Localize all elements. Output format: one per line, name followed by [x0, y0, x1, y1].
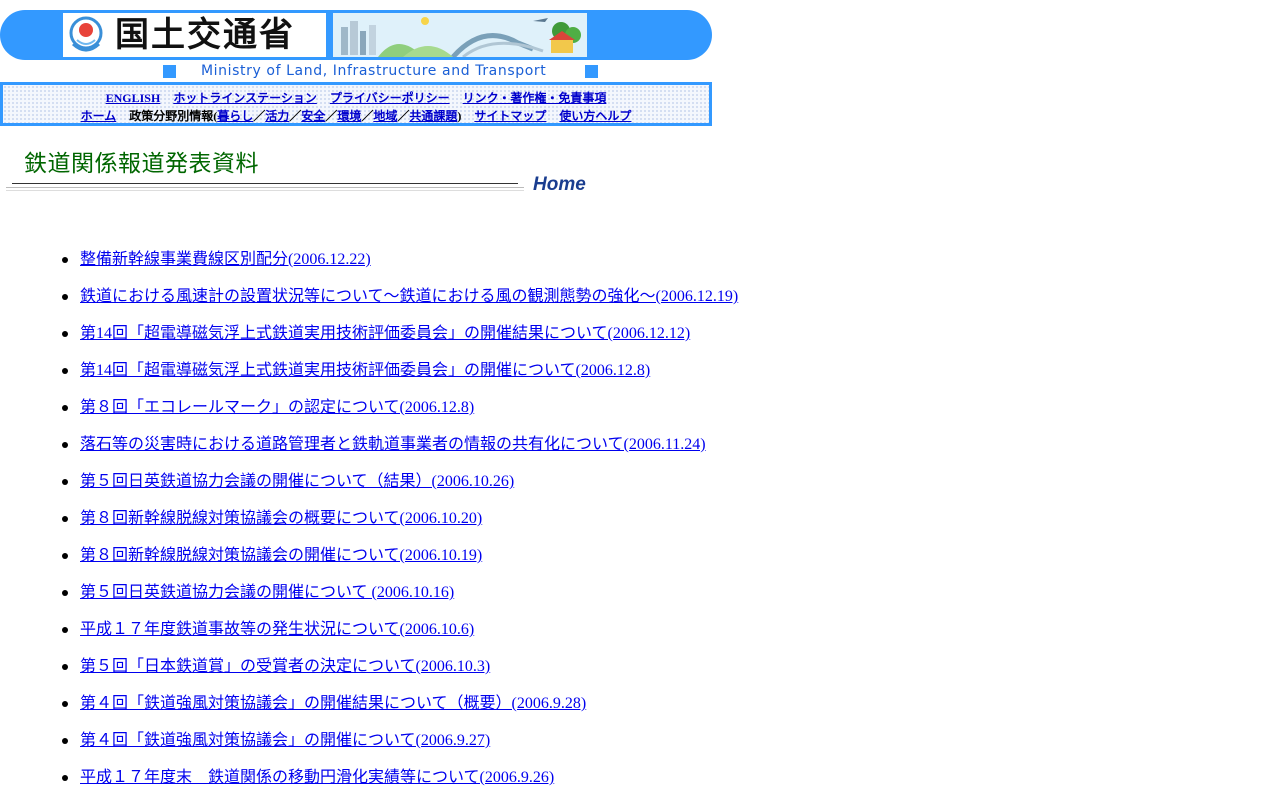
list-item: 平成１７年度末 鉄道関係の移動円滑化実績等について(2006.9.26)	[61, 767, 738, 800]
nav-separator: ／	[253, 109, 266, 123]
press-release-link[interactable]: 第５回「日本鉄道賞」の受賞者の決定について(2006.10.3)	[80, 658, 490, 675]
list-item: 第８回「エコレールマーク」の認定について(2006.12.8)	[61, 397, 738, 434]
mlit-emblem-icon	[69, 16, 103, 52]
list-item: 第８回新幹線脱線対策協議会の開催について(2006.10.19)	[61, 545, 738, 582]
nav-link-help[interactable]: 使い方ヘルプ	[559, 109, 631, 123]
list-item: 第14回「超電導磁気浮上式鉄道実用技術評価委員会」の開催について(2006.12…	[61, 360, 738, 397]
press-release-link[interactable]: 整備新幹線事業費線区別配分(2006.12.22)	[80, 251, 371, 268]
press-release-link[interactable]: 第14回「超電導磁気浮上式鉄道実用技術評価委員会」の開催について(2006.12…	[80, 362, 650, 379]
nav-separator: ／	[361, 109, 374, 123]
nav-link-home[interactable]: ホーム	[81, 109, 117, 123]
nav-link-region[interactable]: 地域	[373, 109, 397, 123]
list-item: 整備新幹線事業費線区別配分(2006.12.22)	[61, 249, 738, 286]
page-title: 鉄道関係報道発表資料	[24, 151, 259, 177]
nav-link-privacy[interactable]: プライバシーポリシー	[330, 91, 450, 105]
ministry-logo[interactable]: 国土交通省	[63, 13, 326, 57]
header-illustration	[333, 13, 587, 57]
list-item: 第４回「鉄道強風対策協議会」の開催について(2006.9.27)	[61, 730, 738, 767]
press-release-link[interactable]: 平成１７年度末 鉄道関係の移動円滑化実績等について(2006.9.26)	[80, 769, 554, 786]
nav-link-safety[interactable]: 安全	[301, 109, 325, 123]
nav-link-sitemap[interactable]: サイトマップ	[474, 109, 546, 123]
nav-row-main: ホーム 政策分野別情報(暮らし／活力／安全／環境／地域／共通課題) サイトマップ…	[3, 107, 709, 124]
list-item: 落石等の災害時における道路管理者と鉄軌道事業者の情報の共有化について(2006.…	[61, 434, 738, 471]
press-release-list: 整備新幹線事業費線区別配分(2006.12.22) 鉄道における風速計の設置状況等…	[61, 249, 738, 800]
nav-policy-suffix: )	[457, 109, 462, 123]
list-item: 第５回日英鉄道協力会議の開催について (2006.10.16)	[61, 582, 738, 619]
ministry-english-name: Ministry of Land, Infrastructure and Tra…	[201, 63, 547, 79]
list-item: 第５回「日本鉄道賞」の受賞者の決定について(2006.10.3)	[61, 656, 738, 693]
press-release-link[interactable]: 平成１７年度鉄道事故等の発生状況について(2006.10.6)	[80, 621, 474, 638]
ministry-english-bar: Ministry of Land, Infrastructure and Tra…	[163, 63, 599, 79]
list-item: 第14回「超電導磁気浮上式鉄道実用技術評価委員会」の開催結果について(2006.…	[61, 323, 738, 360]
press-release-link[interactable]: 第４回「鉄道強風対策協議会」の開催について(2006.9.27)	[80, 732, 490, 749]
press-release-link[interactable]: 第４回「鉄道強風対策協議会」の開催結果について（概要）(2006.9.28)	[80, 695, 586, 712]
press-release-link[interactable]: 鉄道における風速計の設置状況等について～鉄道における風の観測態勢の強化～(200…	[80, 288, 738, 305]
press-release-link[interactable]: 落石等の災害時における道路管理者と鉄軌道事業者の情報の共有化について(2006.…	[80, 436, 706, 453]
press-release-link[interactable]: 第14回「超電導磁気浮上式鉄道実用技術評価委員会」の開催結果について(2006.…	[80, 325, 690, 342]
title-divider	[6, 187, 524, 188]
home-link[interactable]: Home	[533, 174, 586, 196]
press-release-link[interactable]: 第５回日英鉄道協力会議の開催について (2006.10.16)	[80, 584, 454, 601]
list-item: 第８回新幹線脱線対策協議会の概要について(2006.10.20)	[61, 508, 738, 545]
global-nav: ENGLISH ホットラインステーション プライバシーポリシー リンク・著作権・…	[0, 82, 712, 126]
title-divider	[12, 183, 518, 184]
nav-row-utility: ENGLISH ホットラインステーション プライバシーポリシー リンク・著作権・…	[3, 89, 709, 106]
nav-policy-prefix: 政策分野別情報(	[129, 109, 218, 123]
nav-link-english[interactable]: ENGLISH	[106, 91, 161, 105]
list-item: 第５回日英鉄道協力会議の開催について（結果）(2006.10.26)	[61, 471, 738, 508]
nav-link-legal[interactable]: リンク・著作権・免責事項	[463, 91, 607, 105]
press-release-link[interactable]: 第８回新幹線脱線対策協議会の開催について(2006.10.19)	[80, 547, 482, 564]
nav-link-vitality[interactable]: 活力	[265, 109, 289, 123]
nav-link-hotline[interactable]: ホットラインステーション	[173, 91, 317, 105]
nav-link-living[interactable]: 暮らし	[217, 109, 253, 123]
square-bullet-icon	[163, 65, 176, 78]
nav-link-environment[interactable]: 環境	[337, 109, 361, 123]
list-item: 平成１７年度鉄道事故等の発生状況について(2006.10.6)	[61, 619, 738, 656]
nav-separator: ／	[289, 109, 302, 123]
nav-link-common-issues[interactable]: 共通課題	[409, 109, 457, 123]
press-release-link[interactable]: 第８回「エコレールマーク」の認定について(2006.12.8)	[80, 399, 474, 416]
list-item: 鉄道における風速計の設置状況等について～鉄道における風の観測態勢の強化～(200…	[61, 286, 738, 323]
press-release-link[interactable]: 第８回新幹線脱線対策協議会の概要について(2006.10.20)	[80, 510, 482, 527]
square-bullet-icon	[585, 65, 598, 78]
nav-separator: ／	[397, 109, 410, 123]
city-landscape-icon	[333, 13, 587, 57]
list-item: 第４回「鉄道強風対策協議会」の開催結果について（概要）(2006.9.28)	[61, 693, 738, 730]
nav-separator: ／	[325, 109, 338, 123]
logo-text: 国土交通省	[115, 15, 295, 55]
press-release-link[interactable]: 第５回日英鉄道協力会議の開催について（結果）(2006.10.26)	[80, 473, 514, 490]
title-divider	[6, 190, 524, 191]
